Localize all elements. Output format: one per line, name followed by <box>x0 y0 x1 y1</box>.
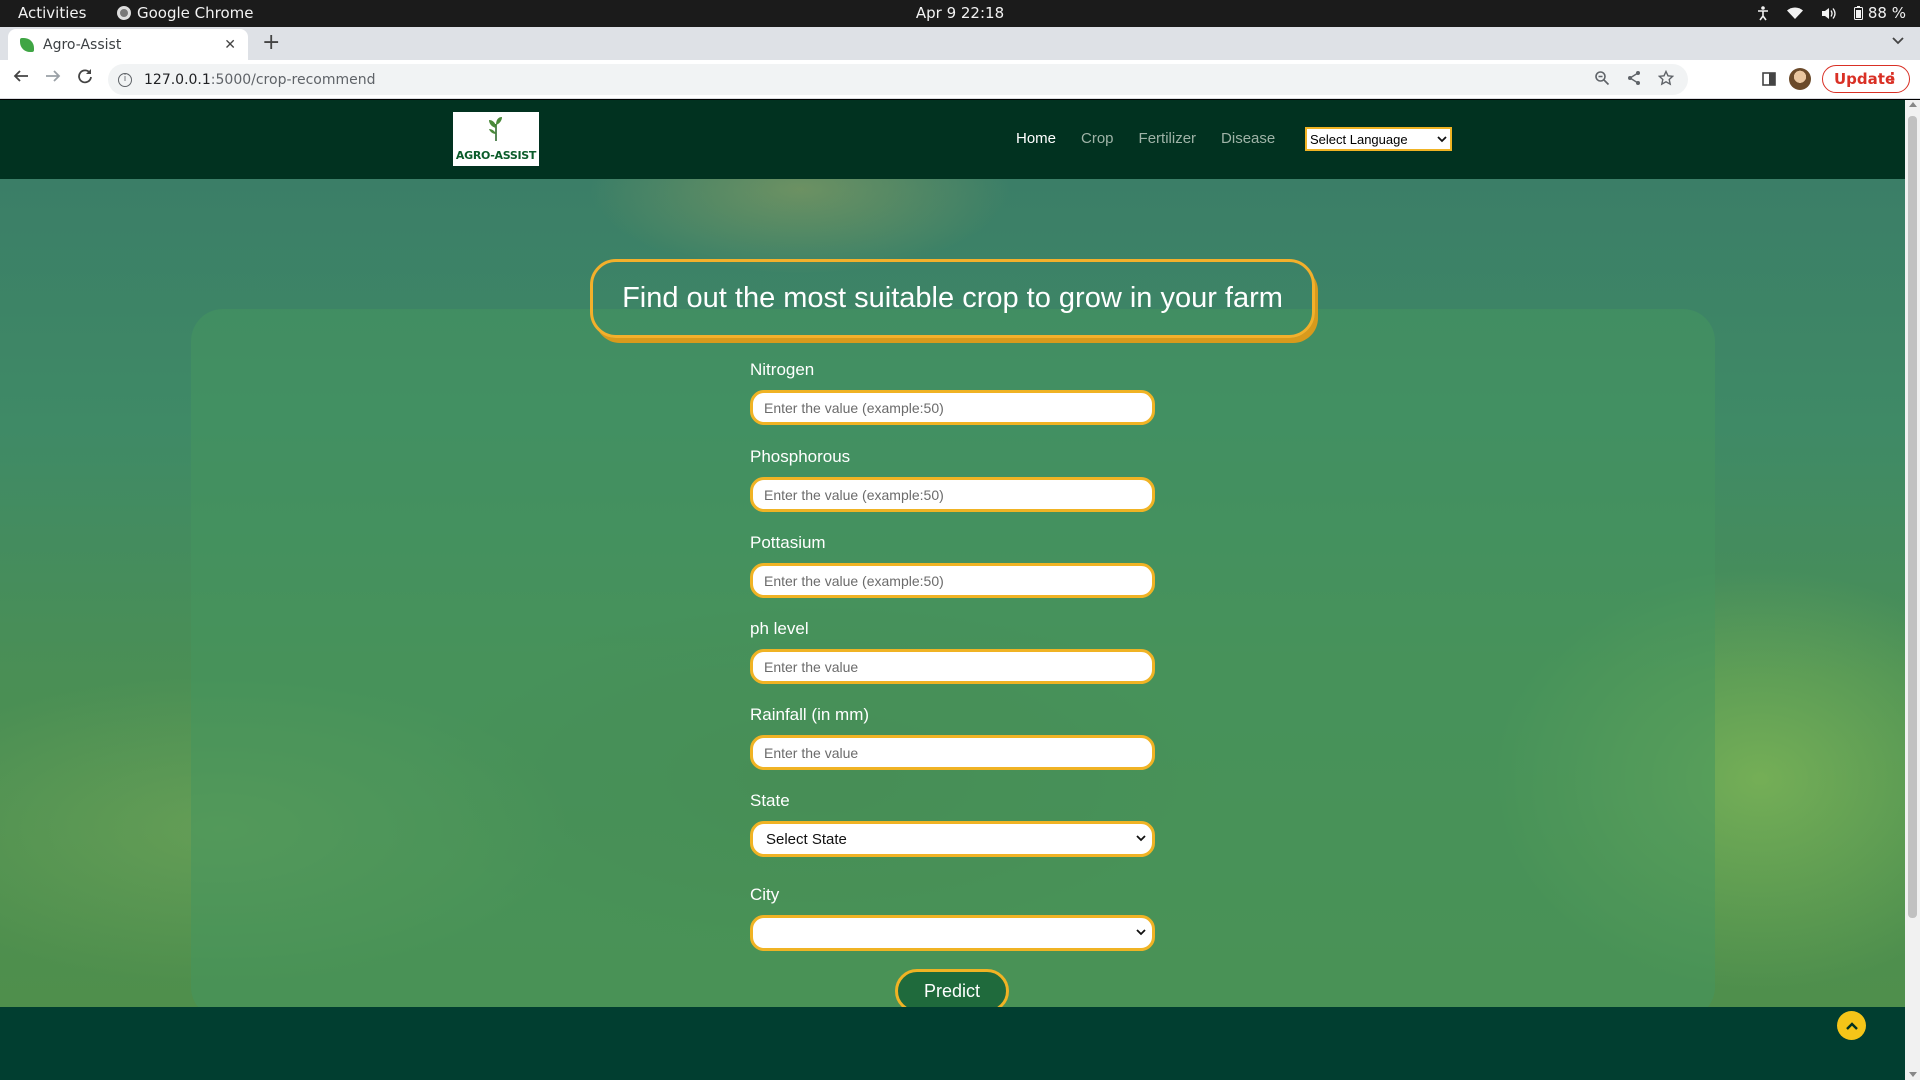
clock[interactable]: Apr 9 22:18 <box>0 4 1920 22</box>
address-bar[interactable]: i 127.0.0.1:5000/crop-recommend <box>108 64 1688 95</box>
pottasium-input[interactable]: Enter the value (example:50) <box>750 563 1155 598</box>
wifi-icon <box>1786 7 1803 19</box>
tab-title: Agro-Assist <box>43 36 122 53</box>
main-menu: Home Crop Fertilizer Disease <box>1016 130 1275 147</box>
battery-icon <box>1853 6 1863 20</box>
chevron-down-icon <box>1136 929 1146 936</box>
browser-toolbar: i 127.0.0.1:5000/crop-recommend Update ⋮ <box>0 60 1920 99</box>
phosphorous-input[interactable]: Enter the value (example:50) <box>750 477 1155 512</box>
nav-fertilizer[interactable]: Fertilizer <box>1139 130 1197 147</box>
rainfall-input[interactable]: Enter the value <box>750 735 1155 770</box>
phosphorous-label: Phosphorous <box>750 447 851 466</box>
nav-disease[interactable]: Disease <box>1221 130 1275 147</box>
scrollbar-thumb[interactable] <box>1908 116 1917 918</box>
browser-tab[interactable]: Agro-Assist ✕ <box>8 29 248 60</box>
more-menu-icon: ⋮ <box>1885 69 1900 87</box>
scroll-to-top-button[interactable] <box>1837 1011 1866 1040</box>
state-label: State <box>750 791 790 810</box>
tab-strip: Agro-Assist ✕ + <box>0 27 1920 60</box>
nitrogen-input[interactable]: Enter the value (example:50) <box>750 390 1155 425</box>
url-host: 127.0.0.1 <box>144 71 211 88</box>
nav-home[interactable]: Home <box>1016 130 1056 147</box>
close-tab-icon[interactable]: ✕ <box>224 37 236 53</box>
pottasium-label: Pottasium <box>750 533 826 552</box>
sprout-logo-icon <box>489 117 502 141</box>
pottasium-placeholder: Enter the value (example:50) <box>764 572 944 589</box>
rainfall-label: Rainfall (in mm) <box>750 705 870 724</box>
share-icon[interactable] <box>1626 70 1642 86</box>
site-info-icon[interactable]: i <box>118 72 132 87</box>
zoom-icon[interactable] <box>1594 70 1610 86</box>
site-navbar: AGRO-ASSIST Home Crop Fertilizer Disease… <box>0 100 1905 179</box>
update-button[interactable]: Update ⋮ <box>1822 65 1910 93</box>
ph-level-label: ph level <box>750 619 809 638</box>
nitrogen-label: Nitrogen <box>750 360 815 379</box>
city-label: City <box>750 885 780 904</box>
accessibility-icon <box>1757 5 1768 20</box>
battery-percent: 88 % <box>1867 4 1906 22</box>
url-path: :5000/crop-recommend <box>210 71 376 88</box>
forward-arrow-icon[interactable] <box>45 68 61 89</box>
scroll-up-arrow-icon[interactable] <box>1909 102 1917 107</box>
page-scrollbar[interactable] <box>1905 100 1920 1080</box>
city-select[interactable] <box>750 915 1155 951</box>
bookmark-star-icon[interactable] <box>1658 70 1674 86</box>
scroll-down-arrow-icon[interactable] <box>1909 1072 1917 1077</box>
ph-level-placeholder: Enter the value <box>764 658 859 675</box>
back-arrow-icon[interactable] <box>13 68 29 89</box>
page-viewport: AGRO-ASSIST Home Crop Fertilizer Disease… <box>0 100 1905 1080</box>
system-tray[interactable]: 88 % <box>1757 4 1906 22</box>
state-select-value: Select State <box>766 830 847 848</box>
site-footer <box>0 1007 1905 1080</box>
volume-icon <box>1821 7 1836 19</box>
phosphorous-placeholder: Enter the value (example:50) <box>764 486 944 503</box>
rainfall-placeholder: Enter the value <box>764 744 859 761</box>
nitrogen-placeholder: Enter the value (example:50) <box>764 399 944 416</box>
state-select[interactable]: Select State <box>750 821 1155 857</box>
reload-icon[interactable] <box>77 68 93 89</box>
system-top-bar: Activities Google Chrome Apr 9 22:18 88 … <box>0 0 1920 27</box>
chevron-up-icon <box>1845 1021 1858 1030</box>
leaf-favicon-icon <box>20 37 34 52</box>
nav-crop[interactable]: Crop <box>1081 130 1114 147</box>
predict-label: Predict <box>923 980 981 1001</box>
heading-frame: Find out the most suitable crop to grow … <box>590 259 1315 338</box>
logo-text: AGRO-ASSIST <box>455 149 537 162</box>
page-title: Find out the most suitable crop to grow … <box>622 282 1283 314</box>
tab-search-chevron-icon[interactable] <box>1892 33 1904 49</box>
language-select[interactable]: Select Language <box>1305 127 1452 151</box>
ph-level-input[interactable]: Enter the value <box>750 649 1155 684</box>
new-tab-plus-icon[interactable]: + <box>262 31 280 55</box>
chevron-down-icon <box>1136 835 1146 842</box>
chevron-down-icon <box>1437 135 1447 142</box>
profile-avatar[interactable] <box>1789 68 1811 90</box>
agro-assist-logo[interactable]: AGRO-ASSIST <box>453 112 539 166</box>
language-select-value: Select Language <box>1310 131 1408 147</box>
side-panel-icon[interactable] <box>1762 71 1776 90</box>
